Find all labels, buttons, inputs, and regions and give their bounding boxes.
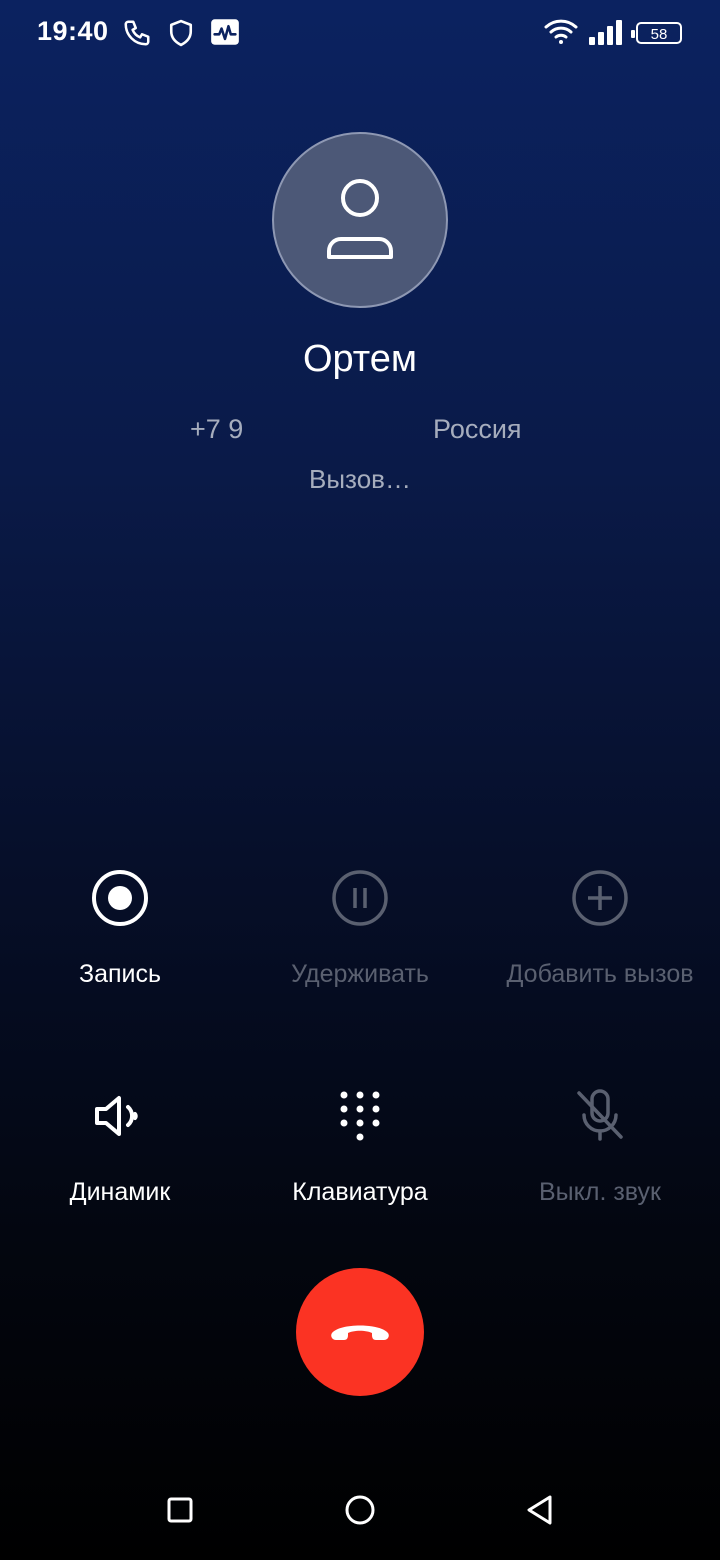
record-button[interactable]: Запись bbox=[0, 868, 240, 989]
record-label: Запись bbox=[78, 960, 162, 988]
add-call-label: Добавить вызов bbox=[506, 960, 694, 988]
shield-icon bbox=[168, 18, 194, 53]
hold-label: Удерживать bbox=[291, 960, 429, 988]
person-icon bbox=[315, 173, 405, 268]
hold-button[interactable]: Удерживать bbox=[240, 868, 480, 989]
battery-icon: 58 bbox=[631, 22, 682, 44]
back-button[interactable] bbox=[518, 1490, 562, 1534]
home-icon bbox=[344, 1494, 376, 1531]
keypad-icon bbox=[331, 1087, 389, 1150]
speaker-label: Динамик bbox=[69, 1178, 171, 1206]
mute-button[interactable]: Выкл. звук bbox=[480, 1086, 720, 1207]
speaker-button[interactable]: Динамик bbox=[0, 1086, 240, 1207]
wifi-icon bbox=[544, 18, 578, 51]
status-time: 19:40 bbox=[37, 16, 109, 46]
home-button[interactable] bbox=[338, 1490, 382, 1534]
add-call-icon bbox=[571, 869, 629, 932]
recents-button[interactable] bbox=[158, 1490, 202, 1534]
add-call-button[interactable]: Добавить вызов bbox=[480, 868, 720, 989]
contact-avatar bbox=[272, 132, 448, 308]
record-icon bbox=[91, 869, 149, 932]
phone-icon bbox=[122, 18, 152, 53]
signal-icon bbox=[588, 18, 624, 51]
keypad-label: Клавиатура bbox=[292, 1178, 428, 1206]
activity-icon bbox=[210, 18, 240, 51]
end-call-button[interactable] bbox=[296, 1268, 424, 1396]
pause-icon bbox=[331, 869, 389, 932]
phone-region: Россия bbox=[433, 414, 522, 444]
recents-icon bbox=[167, 1497, 193, 1528]
end-call-icon bbox=[328, 1315, 392, 1350]
mute-icon bbox=[571, 1087, 629, 1150]
speaker-icon bbox=[91, 1087, 149, 1150]
keypad-button[interactable]: Клавиатура bbox=[240, 1086, 480, 1207]
contact-name: Ортем bbox=[302, 338, 418, 380]
mute-label: Выкл. звук bbox=[539, 1178, 661, 1206]
back-icon bbox=[525, 1494, 555, 1531]
call-status: Вызов… bbox=[309, 464, 411, 494]
phone-number: +7 9 bbox=[190, 414, 244, 444]
